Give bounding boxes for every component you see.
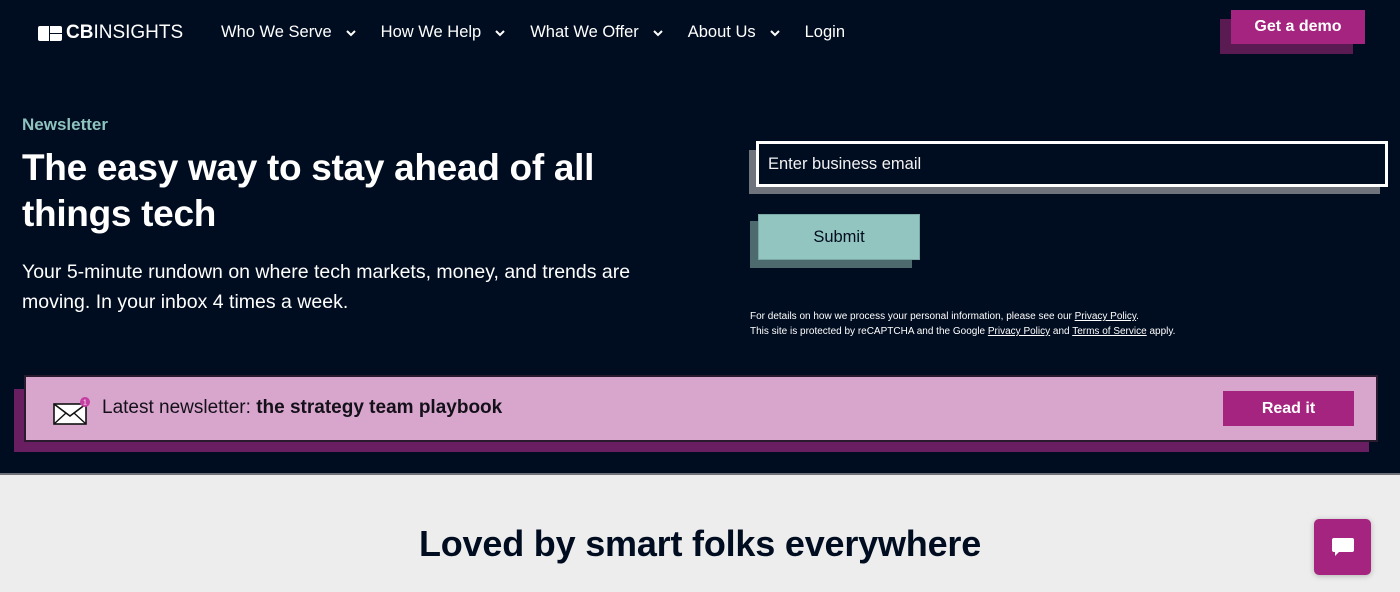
nav-label: Login	[804, 22, 845, 41]
legal-line-2: This site is protected by reCAPTCHA and …	[750, 326, 1176, 337]
page-title: The easy way to stay ahead of all things…	[22, 147, 595, 234]
logo-text: CBINSIGHTS	[66, 22, 184, 43]
legal-notice: For details on how we process your perso…	[750, 309, 1175, 339]
chevron-down-icon	[652, 25, 664, 37]
chevron-down-icon	[345, 25, 357, 37]
banner-panel: 1 Latest newsletter: the strategy team p…	[24, 375, 1378, 442]
envelope-icon: 1	[53, 397, 90, 425]
privacy-policy-link[interactable]: Privacy Policy	[1075, 311, 1137, 322]
section-divider	[0, 473, 1400, 475]
notification-badge: 1	[83, 400, 87, 407]
nav-label: About Us	[687, 22, 756, 41]
nav-item-what-we-offer[interactable]: What We Offer	[530, 23, 664, 42]
nav-item-who-we-serve[interactable]: Who We Serve	[221, 23, 357, 42]
nav-item-about-us[interactable]: About Us	[688, 23, 781, 42]
read-it-button[interactable]: Read it	[1223, 391, 1354, 426]
latest-newsletter-text: Latest newsletter: the strategy team pla…	[102, 397, 503, 418]
email-field-container	[749, 141, 1389, 195]
main-nav: Who We Serve How We Help What We Offer A…	[221, 20, 869, 44]
chevron-down-icon	[769, 25, 781, 37]
nav-item-login[interactable]: Login	[805, 23, 845, 42]
logo-mark-icon	[38, 25, 62, 41]
submit-button[interactable]: Submit	[758, 214, 920, 260]
latest-newsletter-banner: 1 Latest newsletter: the strategy team p…	[14, 375, 1378, 453]
get-demo-container: Get a demo	[1220, 10, 1365, 55]
submit-container: Submit	[750, 214, 920, 269]
google-privacy-policy-link[interactable]: Privacy Policy	[988, 326, 1050, 337]
email-field[interactable]	[756, 141, 1388, 187]
nav-label: What We Offer	[530, 22, 639, 41]
testimonials-title: Loved by smart folks everywhere	[418, 523, 982, 564]
nav-item-how-we-help[interactable]: How We Help	[381, 23, 507, 42]
section-eyebrow: Newsletter	[22, 115, 108, 134]
chevron-down-icon	[494, 25, 506, 37]
nav-label: How We Help	[380, 22, 482, 41]
chat-button[interactable]	[1314, 519, 1371, 575]
hero-subhead: Your 5-minute rundown on where tech mark…	[22, 261, 631, 313]
terms-of-service-link[interactable]: Terms of Service	[1072, 326, 1146, 337]
chat-bubble-icon	[1331, 538, 1354, 556]
legal-line-1: For details on how we process your perso…	[750, 311, 1139, 322]
cb-insights-logo[interactable]: CBINSIGHTS	[38, 22, 184, 43]
newsletter-title: the strategy team playbook	[256, 397, 503, 418]
get-demo-button[interactable]: Get a demo	[1231, 10, 1365, 44]
hero-section: CBINSIGHTS Who We Serve How We Help What…	[0, 0, 1400, 473]
nav-label: Who We Serve	[221, 22, 332, 41]
